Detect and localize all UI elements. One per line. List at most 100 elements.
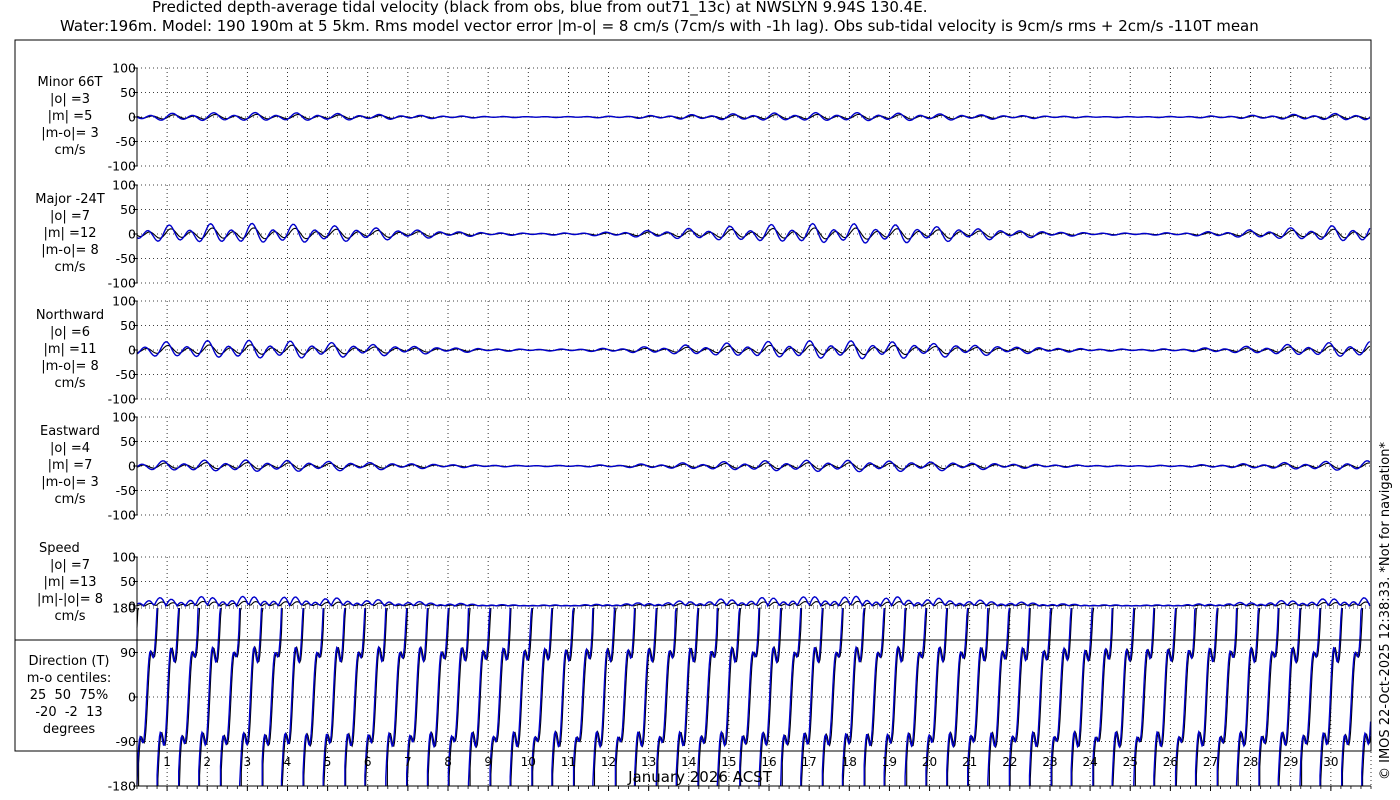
direction-model-line <box>739 607 760 786</box>
x-tick-label: 2 <box>203 755 211 769</box>
x-tick-label: 21 <box>962 755 977 769</box>
y-tick-label: -100 <box>108 392 136 407</box>
direction-model-line <box>572 607 594 786</box>
panel-label-line: |m-o|= 3 <box>41 475 99 490</box>
series-model-line <box>136 595 1371 608</box>
direction-model-line <box>219 607 241 786</box>
panel-label-line: cm/s <box>54 143 86 158</box>
y-tick-label: 0 <box>128 227 136 242</box>
x-tick-label: 20 <box>922 755 937 769</box>
series-layer <box>136 111 1372 786</box>
x-tick-label: 19 <box>882 755 897 769</box>
x-tick-label: 8 <box>444 755 452 769</box>
panel-label-line: |o| =7 <box>49 209 90 224</box>
x-tick-label: 27 <box>1203 755 1218 769</box>
y-tick-label: 50 <box>120 318 136 333</box>
x-tick-label: 11 <box>561 755 576 769</box>
y-tick-label: 50 <box>120 574 136 589</box>
x-axis-label: January 2026 ACST <box>628 768 772 786</box>
x-tick-label: 1 <box>163 755 171 769</box>
series-model-line <box>136 222 1371 244</box>
direction-model-line <box>1340 607 1363 786</box>
chart-title-line1: Predicted depth-average tidal velocity (… <box>152 0 928 16</box>
panel-label-line: Speed <box>39 541 80 556</box>
chart-title-line2: Water:196m. Model: 190 190m at 5 5km. Rm… <box>60 17 1259 35</box>
x-tick-label: 25 <box>1123 755 1138 769</box>
x-tick-label: 4 <box>284 755 292 769</box>
panel-label-line: |m| =5 <box>47 109 93 124</box>
y-tick-label: -50 <box>116 367 136 382</box>
y-tick-label: -50 <box>116 134 136 149</box>
upper-frame <box>14 39 1372 641</box>
x-tick-label: 12 <box>601 755 616 769</box>
direction-obs-line <box>303 607 325 786</box>
direction-obs-line <box>1259 607 1280 786</box>
y-tick-label: -100 <box>108 508 136 523</box>
panel-label-line: |o| =7 <box>49 558 90 573</box>
panel-label-line: cm/s <box>54 376 86 391</box>
x-tick-label: 9 <box>484 755 492 769</box>
panel-label-major: Major -24T |o| =7 |m| =12 |m-o|= 8 cm/s <box>22 191 118 276</box>
panel-label-line: |m| =13 <box>43 575 97 590</box>
panel-label-line: |m-o|= 3 <box>41 126 99 141</box>
panel-label-line: cm/s <box>54 492 86 507</box>
copyright-notice: © IMOS 22-Oct-2025 12:38:33. *Not for na… <box>1378 442 1393 780</box>
panel-label-line: Major -24T <box>35 192 105 207</box>
x-tick-label: 24 <box>1082 755 1097 769</box>
y-tick-label: 50 <box>120 202 136 217</box>
direction-label-line: 25 50 75% <box>29 688 109 703</box>
panel-label-line: Eastward <box>39 424 101 439</box>
tidal-velocity-figure: 100500-50-100100500-50-100100500-50-1001… <box>14 39 1372 794</box>
direction-obs-line <box>615 607 636 786</box>
panel-label-line: cm/s <box>54 609 86 624</box>
panel-label-minor: Minor 66T |o| =3 |m| =5 |m-o|= 3 cm/s <box>22 74 118 159</box>
x-tick-label: 13 <box>641 755 656 769</box>
direction-model-line <box>136 607 158 785</box>
y-tick-label: 0 <box>128 690 136 705</box>
panel-label-line: |m-o|= 8 <box>41 359 99 374</box>
y-tick-label: 0 <box>128 459 136 474</box>
direction-model-line <box>1174 607 1197 786</box>
x-tick-label: 6 <box>364 755 372 769</box>
panel-label-line: Minor 66T <box>37 75 103 90</box>
panel-label-line: |m|-|o|= 8 <box>36 592 104 607</box>
panel-label-line: cm/s <box>54 260 86 275</box>
panel-label-line: Northward <box>35 308 105 323</box>
y-tick-label: -50 <box>116 251 136 266</box>
panel-label-line: |m| =7 <box>47 458 93 473</box>
panel-label-line: |o| =4 <box>49 441 90 456</box>
x-tick-label: 17 <box>802 755 817 769</box>
x-tick-label: 3 <box>244 755 252 769</box>
direction-model-line <box>697 607 718 786</box>
x-tick-label: 15 <box>721 755 736 769</box>
y-tick-label: 0 <box>128 110 136 125</box>
x-tick-label: 22 <box>1002 755 1017 769</box>
x-tick-label: 5 <box>324 755 332 769</box>
direction-obs-line <box>345 607 367 786</box>
x-tick-label: 18 <box>842 755 857 769</box>
y-tick-label: 50 <box>120 434 136 449</box>
direction-label-line: -20 -2 13 <box>35 705 103 720</box>
panel-label-line: |o| =6 <box>49 325 90 340</box>
y-tick-label: -50 <box>116 483 136 498</box>
panel-label-eastward: Eastward |o| =4 |m| =7 |m-o|= 3 cm/s <box>22 423 118 508</box>
panel-label-line: |m| =12 <box>43 226 97 241</box>
x-tick-label: 14 <box>681 755 696 769</box>
panel-label-line: |m| =11 <box>43 342 97 357</box>
direction-model-line <box>302 607 324 786</box>
x-tick-label: 23 <box>1042 755 1057 769</box>
panel-label-speed: Speed |o| =7 |m| =13 |m|-|o|= 8 cm/s <box>22 540 118 625</box>
direction-label-line: m-o centiles: <box>26 671 112 686</box>
direction-label-line: degrees <box>42 722 96 737</box>
panel-label-line: |o| =3 <box>49 92 90 107</box>
y-tick-label: 50 <box>120 85 136 100</box>
direction-label-line: Direction (T) <box>28 654 110 669</box>
x-tick-label: 30 <box>1323 755 1338 769</box>
x-tick-label: 7 <box>404 755 412 769</box>
direction-obs-line <box>822 607 844 786</box>
y-tick-label: -100 <box>108 276 136 291</box>
panel-label-line: |m-o|= 8 <box>41 243 99 258</box>
x-tick-label: 29 <box>1283 755 1298 769</box>
x-tick-label: 16 <box>761 755 776 769</box>
panel-label-northward: Northward |o| =6 |m| =11 |m-o|= 8 cm/s <box>22 307 118 392</box>
